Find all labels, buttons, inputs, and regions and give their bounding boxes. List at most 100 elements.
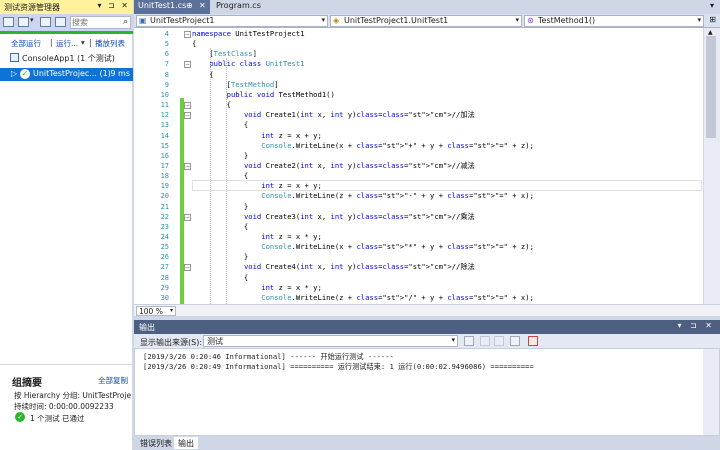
code-line: int z = x + y;: [261, 130, 322, 140]
output-title: 输出: [139, 323, 155, 332]
line-number: 12: [160, 111, 169, 120]
tree-item-label: UnitTestProjec... (1): [33, 69, 111, 78]
code-line: [TestMethod]: [192, 79, 279, 89]
line-number: 9: [164, 80, 169, 89]
zoom-dropdown[interactable]: 100 % ▾: [136, 306, 176, 316]
run-all-link[interactable]: 全部运行: [11, 38, 41, 49]
project-dropdown[interactable]: ▣ UnitTestProject1 ▾: [136, 15, 328, 27]
code-line: public class UnitTest1: [209, 59, 305, 69]
line-number: 21: [160, 202, 169, 211]
fold-toggle-icon[interactable]: −: [184, 213, 191, 221]
line-number: 22: [160, 212, 169, 221]
line-number: 6: [164, 50, 169, 59]
fold-toggle-icon[interactable]: −: [184, 264, 191, 272]
close-icon[interactable]: ✕: [199, 1, 206, 10]
line-number: 8: [164, 70, 169, 79]
test-explorer-panel: 测试资源管理器 ▾ ⊐ ✕ ▾ ⌕ 全部运行 | 运行... ▾ | 播放列表 …: [0, 0, 133, 450]
line-number: 24: [160, 233, 169, 241]
class-dropdown[interactable]: ◈ UnitTestProject1.UnitTest1 ▾: [330, 15, 522, 27]
scroll-up-icon[interactable]: ▲: [708, 29, 713, 36]
output-line: [2019/3/26 0:20:46 Informational] ------…: [143, 352, 394, 361]
chevron-down-icon[interactable]: ▾: [81, 38, 85, 47]
chevron-down-icon[interactable]: ▾: [30, 16, 34, 24]
pin-icon[interactable]: ⊕: [186, 1, 193, 10]
output-title-bar: 输出 ▾ ⊐ ✕: [134, 320, 720, 334]
line-number: 23: [160, 222, 169, 231]
fold-toggle-icon[interactable]: −: [184, 102, 191, 110]
output-source-select[interactable]: 测试 ▾: [203, 335, 458, 347]
expand-arrow-icon[interactable]: ▷: [11, 69, 17, 78]
summary-duration: 持续时间: 0:00:00.0092233: [14, 402, 114, 411]
code-line: Console.WriteLine(z + class="st">"-" + y…: [261, 191, 534, 201]
tree-item-console-app[interactable]: ConsoleApp1 (1 个测试): [0, 52, 133, 65]
word-wrap-icon[interactable]: [528, 336, 538, 346]
output-source-value: 测试: [207, 337, 223, 346]
next-message-icon[interactable]: [494, 336, 504, 346]
code-line: {: [192, 272, 249, 282]
output-toolbar: 显示输出来源(S): 测试 ▾: [134, 334, 720, 348]
change-tracking-margin: [180, 98, 184, 304]
code-line: void Create3(int x, int y)class=class="s…: [243, 211, 475, 221]
clear-all-icon[interactable]: [510, 336, 520, 346]
member-dropdown[interactable]: ⊛ TestMethod1() ▾: [524, 15, 704, 27]
line-number: 5: [164, 40, 169, 49]
passed-check-icon: ✓: [20, 69, 30, 79]
summary-hierarchy: 按 Hierarchy 分组: UnitTestProje: [14, 391, 132, 400]
code-editor[interactable]: 4 namespace UnitTestProject1 5 {6 [TestClas…: [134, 28, 720, 304]
tab-dropdown-icon[interactable]: ▾: [710, 1, 714, 10]
find-message-icon[interactable]: [464, 336, 474, 346]
search-icon[interactable]: ⌕: [123, 17, 128, 27]
line-number: 27: [160, 263, 169, 272]
divider: [0, 364, 133, 365]
code-line: {: [192, 39, 197, 49]
tree-item-unittest-project[interactable]: ▷ ✓ UnitTestProjec... (1) 9 ms: [0, 68, 133, 81]
playlist-icon[interactable]: [40, 17, 51, 27]
chevron-down-icon: ▾: [451, 336, 455, 344]
tab-error-list[interactable]: 错误列表: [136, 437, 176, 449]
chevron-down-icon: ▾: [697, 16, 701, 24]
copy-all-link[interactable]: 全部复制: [98, 375, 128, 386]
zoom-value: 100 %: [139, 307, 163, 316]
fold-toggle-icon[interactable]: −: [184, 61, 191, 69]
code-line: namespace UnitTestProject1: [192, 29, 305, 38]
output-text-area[interactable]: [2019/3/26 0:20:46 Informational] ------…: [134, 348, 720, 436]
line-number: 29: [160, 283, 169, 292]
class-dropdown-value: UnitTestProject1.UnitTest1: [344, 16, 449, 25]
tab-output[interactable]: 输出: [174, 437, 198, 449]
tree-item-label: ConsoleApp1 (1 个测试): [22, 54, 115, 63]
line-number: 13: [160, 121, 169, 130]
code-line: {: [192, 120, 249, 130]
output-vertical-scrollbar[interactable]: [703, 349, 719, 435]
panel-window-buttons[interactable]: ▾ ⊐ ✕: [97, 1, 130, 10]
playlist-link[interactable]: 播放列表: [95, 38, 125, 49]
code-line: }: [192, 201, 249, 211]
prev-message-icon[interactable]: [480, 336, 490, 346]
code-line: Console.WriteLine(x + class="st">"+" + y…: [261, 140, 534, 150]
search-field[interactable]: ⌕: [70, 16, 131, 29]
editor-status-strip: 100 % ▾: [134, 304, 720, 316]
code-line: void Create1(int x, int y)class=class="s…: [243, 110, 475, 120]
tree-view-icon[interactable]: [18, 17, 29, 27]
split-editor-icon[interactable]: ⊞: [709, 15, 716, 24]
panel-window-buttons[interactable]: ▾ ⊐ ✕: [677, 321, 715, 330]
project-dropdown-value: UnitTestProject1: [150, 16, 215, 25]
code-line: [TestClass]: [192, 49, 257, 59]
tree-item-duration: 9 ms: [110, 69, 130, 78]
group-by-icon[interactable]: [3, 17, 14, 27]
tab-program[interactable]: Program.cs: [212, 0, 262, 14]
editor-scroll-thumb[interactable]: [706, 36, 716, 138]
code-line: {: [192, 171, 249, 181]
passed-check-icon: ✓: [15, 412, 25, 422]
search-input[interactable]: [71, 17, 113, 28]
summary-passed: 1 个测试 已通过: [30, 414, 85, 423]
test-explorer-toolbar: ▾ ⌕: [0, 14, 133, 31]
run-menu-link[interactable]: 运行...: [56, 38, 78, 49]
settings-icon[interactable]: [55, 17, 66, 27]
tab-unittest1[interactable]: UnitTest1.cs ⊕ ✕: [134, 0, 210, 14]
fold-toggle-icon[interactable]: −: [184, 162, 191, 170]
fold-toggle-icon[interactable]: −: [184, 112, 191, 120]
code-line: {: [192, 221, 249, 231]
fold-toggle-icon[interactable]: −: [184, 31, 191, 38]
separator: |: [89, 38, 92, 47]
csharp-project-icon: ▣: [139, 16, 147, 25]
